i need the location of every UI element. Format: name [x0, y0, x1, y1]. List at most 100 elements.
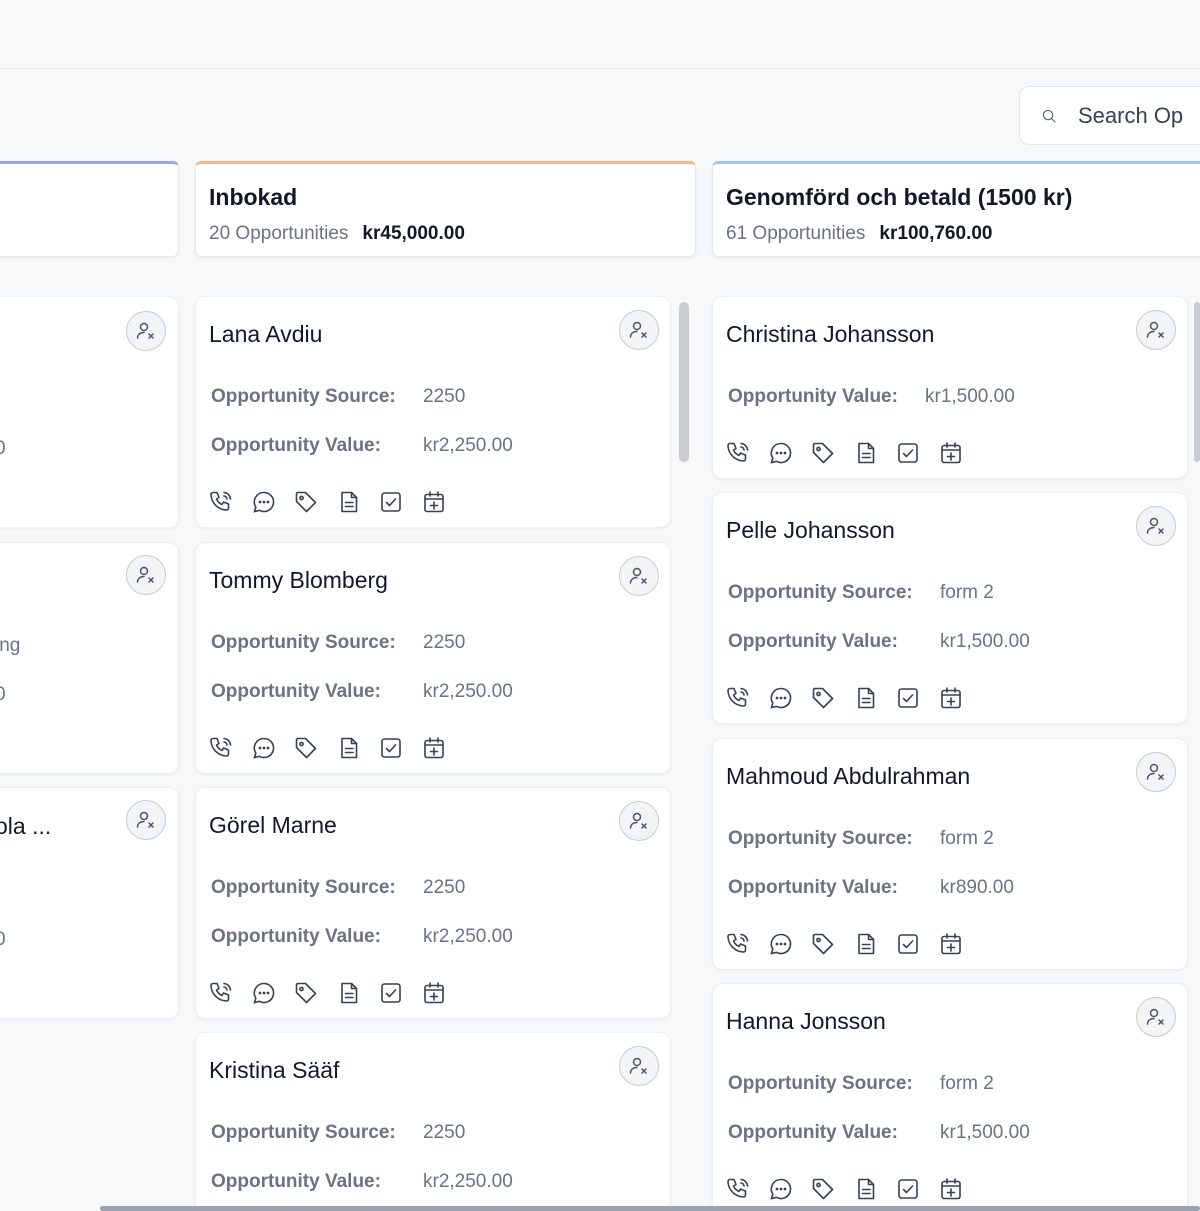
task-icon[interactable] — [895, 1176, 921, 1202]
assign-user-button[interactable] — [619, 1046, 659, 1086]
opportunity-value: kr2,250.00 — [423, 435, 513, 456]
task-icon[interactable] — [895, 931, 921, 957]
note-icon[interactable] — [336, 489, 362, 515]
opportunity-card[interactable]: Hanna Jonsson Opportunity Source: form 2 Op… — [712, 983, 1188, 1211]
assign-user-button[interactable] — [619, 556, 659, 596]
tag-icon[interactable] — [810, 1176, 836, 1202]
opportunity-value-row: Opportunity Value: kr2,250.00 — [211, 435, 513, 457]
chat-icon[interactable] — [251, 489, 277, 515]
calendar-add-icon[interactable] — [938, 685, 964, 711]
phone-icon[interactable] — [208, 489, 234, 515]
note-icon[interactable] — [853, 440, 879, 466]
field-label: Opportunity Value: — [728, 386, 898, 407]
opportunity-value: kr2,250.00 — [423, 681, 513, 702]
opportunity-value: kr1,500.00 — [940, 631, 1030, 652]
chat-icon[interactable] — [251, 980, 277, 1006]
assign-user-button[interactable] — [1136, 506, 1176, 546]
task-icon[interactable] — [895, 685, 921, 711]
phone-icon[interactable] — [725, 1176, 751, 1202]
contact-name[interactable]: Görel Marne — [209, 812, 337, 839]
task-icon[interactable] — [378, 735, 404, 761]
calendar-add-icon[interactable] — [421, 489, 447, 515]
contact-name[interactable]: Tommy Blomberg — [209, 567, 388, 594]
chat-icon[interactable] — [768, 685, 794, 711]
opportunity-card[interactable]: Pelle Johansson Opportunity Source: form 2… — [712, 492, 1188, 724]
calendar-add-icon[interactable] — [938, 1176, 964, 1202]
phone-icon[interactable] — [725, 685, 751, 711]
opportunity-value-row: Opportunity Value: kr1,500.00 — [728, 1122, 1030, 1144]
search-box[interactable] — [1019, 86, 1200, 145]
card-actions — [725, 931, 981, 957]
horizontal-scrollbar[interactable] — [100, 1206, 1200, 1211]
assign-user-button[interactable] — [1136, 752, 1176, 792]
user-remove-icon — [629, 812, 647, 829]
note-icon[interactable] — [853, 931, 879, 957]
tag-icon[interactable] — [293, 735, 319, 761]
assign-user-button[interactable] — [126, 555, 166, 595]
user-remove-icon — [629, 321, 647, 338]
note-icon[interactable] — [853, 1176, 879, 1202]
phone-icon[interactable] — [725, 931, 751, 957]
assign-user-button[interactable] — [126, 311, 166, 351]
opportunity-source: 2250 — [423, 1122, 466, 1143]
opportunity-value-row: Opportunity Value: kr2,250.00 — [211, 1171, 513, 1193]
contact-name[interactable]: Lana Avdiu — [209, 321, 322, 348]
contact-name[interactable]: Hanna Jonsson — [726, 1008, 886, 1035]
assign-user-button[interactable] — [1136, 997, 1176, 1037]
task-icon[interactable] — [378, 489, 404, 515]
tag-icon[interactable] — [810, 685, 836, 711]
opportunity-card[interactable]: Tommy Blomberg Opportunity Source: 2250 Opp… — [195, 542, 671, 774]
user-remove-icon — [136, 811, 154, 828]
user-remove-icon — [1146, 517, 1164, 534]
tag-icon[interactable] — [293, 489, 319, 515]
opportunity-card[interactable]: Kristina Sääf Opportunity Source: 2250 Oppo… — [195, 1032, 671, 1211]
chat-icon[interactable] — [251, 735, 277, 761]
task-icon[interactable] — [378, 980, 404, 1006]
tag-icon[interactable] — [810, 931, 836, 957]
search-input[interactable] — [1078, 102, 1200, 129]
phone-icon[interactable] — [208, 980, 234, 1006]
contact-name[interactable]: Kristina Sääf — [209, 1057, 339, 1084]
top-bar — [0, 0, 1200, 69]
opportunity-card[interactable]: Mahmoud Abdulrahman Opportunity Source: fo… — [712, 738, 1188, 970]
opportunity-card[interactable]: Lana Avdiu Opportunity Source: 2250 Opportu… — [195, 296, 671, 528]
opportunity-card-left-2[interactable]: ing 0 — [0, 542, 179, 774]
note-icon[interactable] — [853, 685, 879, 711]
calendar-add-icon[interactable] — [938, 440, 964, 466]
assign-user-button[interactable] — [619, 801, 659, 841]
opportunity-value: kr1,500.00 — [925, 386, 1015, 407]
column-scrollbar[interactable] — [679, 302, 689, 462]
phone-icon[interactable] — [208, 735, 234, 761]
assign-user-button[interactable] — [126, 800, 166, 840]
phone-icon[interactable] — [725, 440, 751, 466]
calendar-add-icon[interactable] — [421, 980, 447, 1006]
contact-name[interactable]: Christina Johansson — [726, 321, 934, 348]
calendar-add-icon[interactable] — [938, 931, 964, 957]
chat-icon[interactable] — [768, 440, 794, 466]
opportunity-value-row: Opportunity Value: kr1,500.00 — [728, 631, 1030, 653]
calendar-add-icon[interactable] — [421, 735, 447, 761]
opportunity-card[interactable]: Christina Johansson Opportunity Value: kr1… — [712, 296, 1188, 479]
note-icon[interactable] — [336, 735, 362, 761]
chat-icon[interactable] — [768, 1176, 794, 1202]
tag-icon[interactable] — [810, 440, 836, 466]
card-actions — [208, 980, 464, 1006]
assign-user-button[interactable] — [619, 310, 659, 350]
stage-title: Genomförd och betald (1500 kr) — [726, 184, 1073, 210]
field-label: Opportunity Value: — [728, 631, 898, 652]
stage-count: 20 Opportunities — [209, 223, 349, 244]
assign-user-button[interactable] — [1136, 310, 1176, 350]
stage-header-genomford: Genomförd och betald (1500 kr) 61 Opport… — [712, 161, 1200, 257]
contact-name[interactable]: Mahmoud Abdulrahman — [726, 763, 970, 790]
opportunity-card-left-3[interactable]: ola ... 0 — [0, 787, 179, 1019]
opportunity-card-left-1[interactable]: 0 — [0, 296, 179, 528]
field-label: Opportunity Value: — [211, 435, 381, 456]
contact-name[interactable]: Pelle Johansson — [726, 517, 895, 544]
field-label: Opportunity Value: — [211, 1171, 381, 1192]
note-icon[interactable] — [336, 980, 362, 1006]
chat-icon[interactable] — [768, 931, 794, 957]
task-icon[interactable] — [895, 440, 921, 466]
column-scrollbar[interactable] — [1194, 302, 1200, 462]
opportunity-card[interactable]: Görel Marne Opportunity Source: 2250 Opport… — [195, 787, 671, 1019]
tag-icon[interactable] — [293, 980, 319, 1006]
